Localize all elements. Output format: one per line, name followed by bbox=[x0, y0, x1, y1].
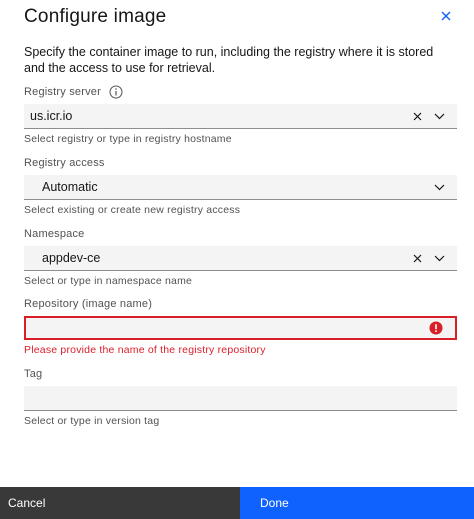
dialog-description: Specify the container image to run, incl… bbox=[24, 45, 434, 75]
done-button[interactable]: Done bbox=[240, 487, 474, 519]
cancel-button[interactable]: Cancel bbox=[0, 487, 240, 519]
registry-access-dropdown[interactable]: Automatic bbox=[24, 175, 457, 200]
repository-input[interactable] bbox=[24, 316, 457, 340]
close-button[interactable] bbox=[436, 6, 456, 26]
tag-field: Tag Select or type in version tag bbox=[24, 366, 457, 427]
chevron-down-icon[interactable] bbox=[433, 181, 445, 193]
namespace-value: appdev-ce bbox=[42, 251, 101, 265]
registry-access-value: Automatic bbox=[42, 180, 98, 194]
repository-field: Repository (image name) Please provide t… bbox=[24, 296, 457, 356]
tag-combobox[interactable] bbox=[24, 386, 457, 411]
tag-helper: Select or type in version tag bbox=[24, 415, 160, 427]
registry-server-label-row: Registry server bbox=[24, 84, 457, 100]
namespace-field: Namespace appdev-ce Select or type in na… bbox=[24, 226, 457, 287]
registry-access-field: Registry access Automatic Select existin… bbox=[24, 155, 457, 216]
repository-error: Please provide the name of the registry … bbox=[24, 344, 266, 356]
chevron-down-icon[interactable] bbox=[433, 252, 445, 264]
clear-icon[interactable] bbox=[411, 252, 423, 264]
tag-label: Tag bbox=[24, 368, 43, 380]
namespace-helper: Select or type in namespace name bbox=[24, 275, 193, 287]
registry-server-field: Registry server us.icr.io Select registr… bbox=[24, 84, 457, 145]
registry-server-helper: Select registry or type in registry host… bbox=[24, 133, 232, 145]
registry-access-label: Registry access bbox=[24, 157, 105, 169]
info-icon[interactable] bbox=[109, 85, 123, 99]
dialog-footer: Cancel Done bbox=[0, 487, 474, 519]
registry-server-combobox[interactable]: us.icr.io bbox=[24, 104, 457, 129]
registry-server-label: Registry server bbox=[24, 86, 101, 98]
error-icon bbox=[429, 321, 443, 335]
dialog-title: Configure image bbox=[24, 6, 167, 27]
repository-label: Repository (image name) bbox=[24, 298, 153, 310]
chevron-down-icon[interactable] bbox=[433, 110, 445, 122]
registry-server-value: us.icr.io bbox=[30, 109, 73, 123]
configure-image-dialog: Configure image Specify the container im… bbox=[0, 0, 474, 519]
close-icon bbox=[441, 11, 451, 21]
namespace-combobox[interactable]: appdev-ce bbox=[24, 246, 457, 271]
clear-icon[interactable] bbox=[411, 110, 423, 122]
namespace-label: Namespace bbox=[24, 228, 85, 240]
registry-access-helper: Select existing or create new registry a… bbox=[24, 204, 241, 216]
